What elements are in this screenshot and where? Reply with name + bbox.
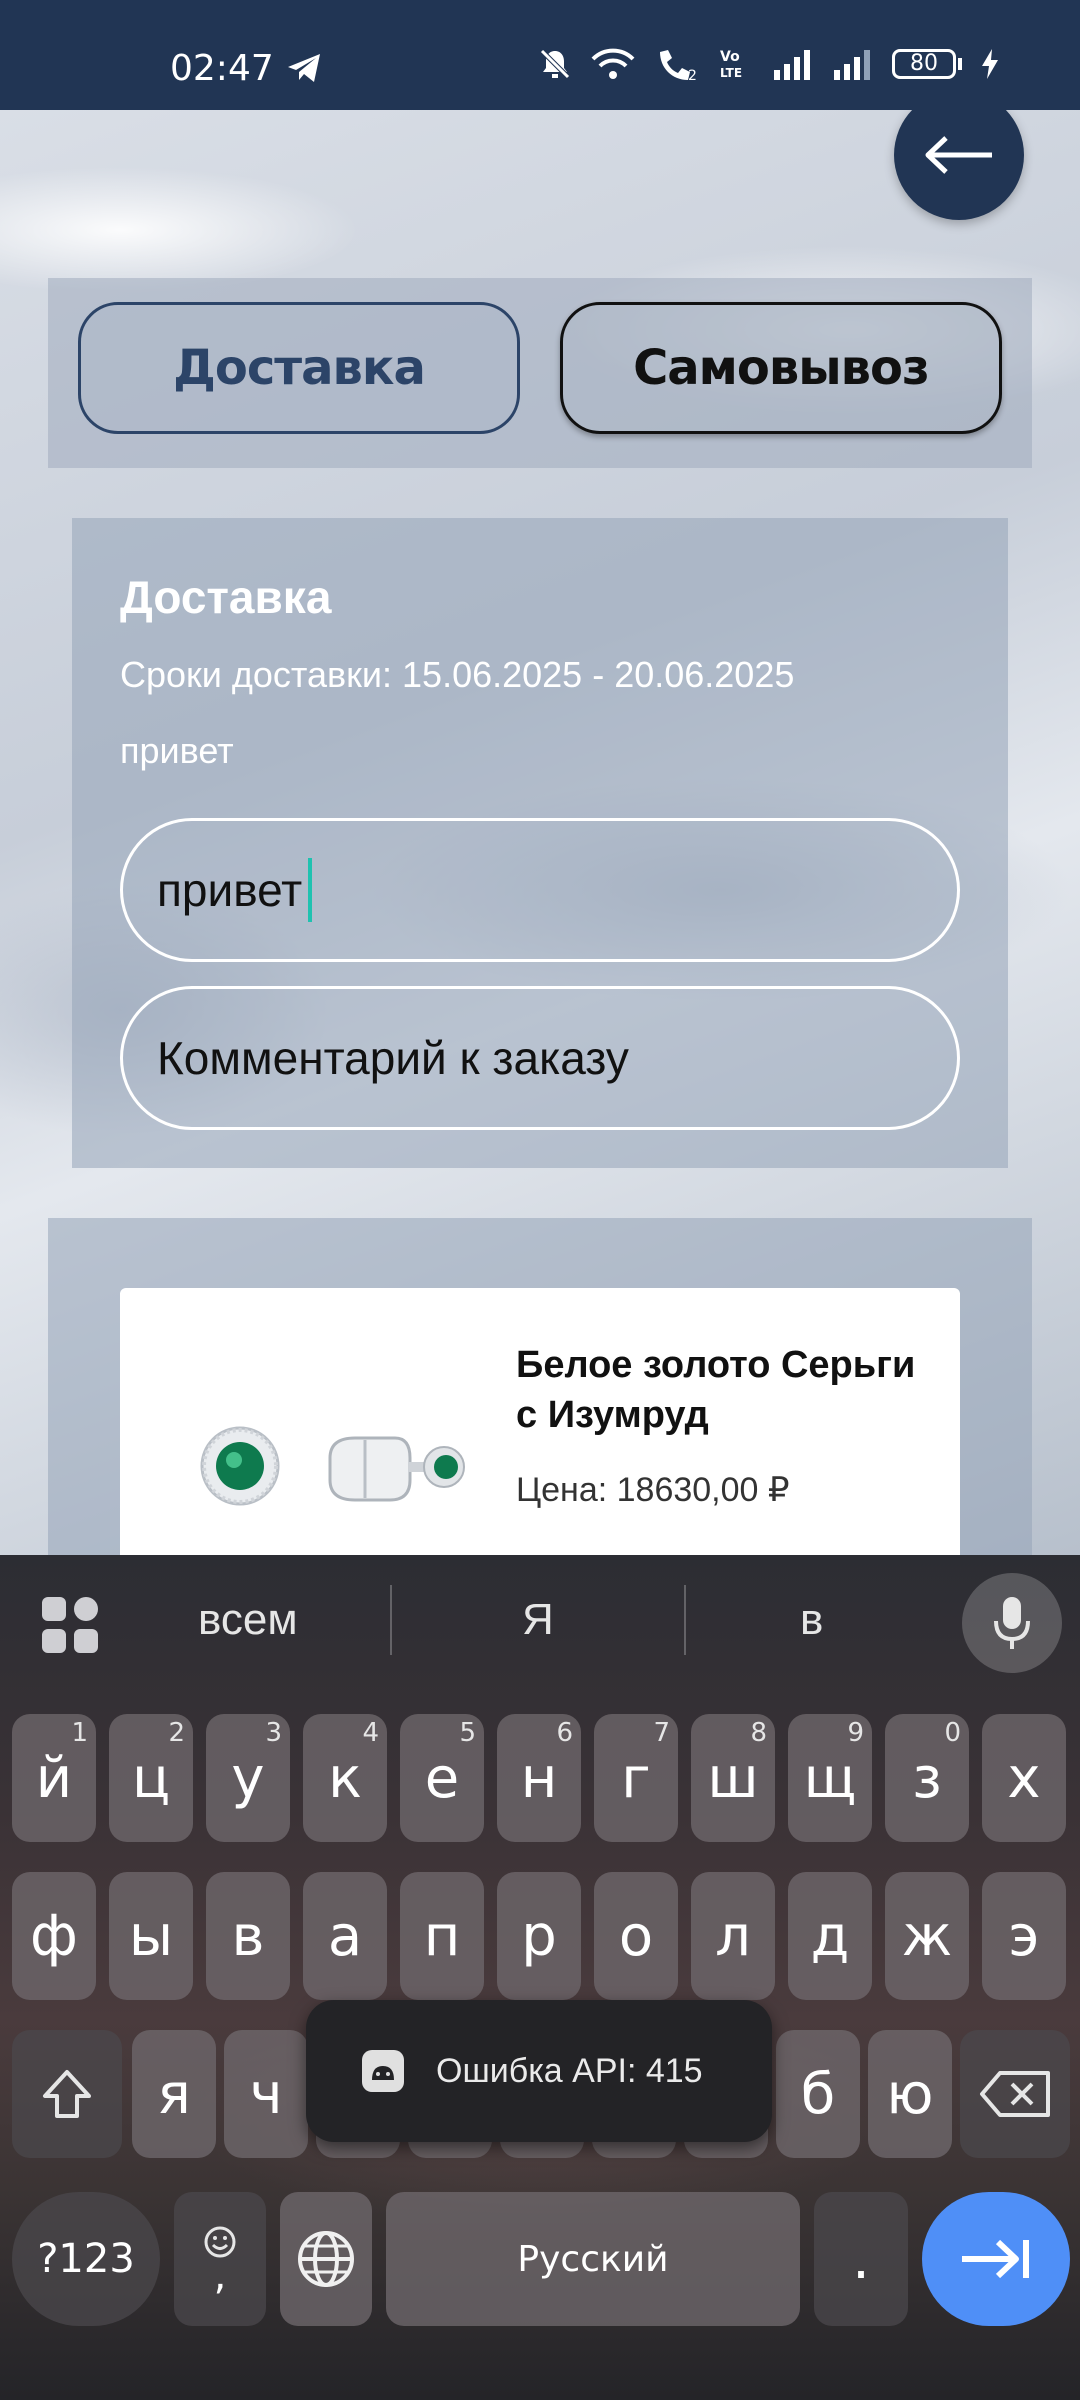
suggestion-1[interactable]: всем <box>198 1595 298 1645</box>
android-app-icon <box>362 2050 404 2092</box>
comma-label: , <box>213 2253 227 2299</box>
key-э[interactable]: э <box>982 1872 1066 2000</box>
suggestion-bar: всем Я в <box>0 1555 1080 1690</box>
key-б[interactable]: б <box>776 2030 860 2158</box>
product-price: Цена: 18630,00 ₽ <box>516 1471 790 1509</box>
delivery-method-tabs: Доставка Самовывоз <box>48 278 1032 468</box>
wifi-call-icon: 2 <box>660 50 697 82</box>
tab-arrow-icon <box>962 2239 1029 2279</box>
status-time: 02:47 <box>170 48 274 89</box>
delivery-card: Доставка Сроки доставки: 15.06.2025 - 20… <box>72 518 1008 1168</box>
key-ю[interactable]: ю <box>868 2030 952 2158</box>
emoji-comma-key[interactable]: , <box>174 2192 266 2326</box>
delivery-dates: Сроки доставки: 15.06.2025 - 20.06.2025 <box>120 654 795 695</box>
mute-icon <box>540 49 570 79</box>
signal-icon <box>834 50 870 80</box>
address-input-value: привет <box>157 864 303 916</box>
telegram-icon <box>286 52 322 89</box>
arrow-left-icon <box>925 136 992 174</box>
key-а[interactable]: а <box>303 1872 387 2000</box>
error-toast: Ошибка API: 415 <box>306 2000 772 2142</box>
cart-panel: Белое золото Серьги с Изумруд Цена: 1863… <box>48 1218 1032 1555</box>
key-щ[interactable]: щ9 <box>788 1714 872 1842</box>
key-д[interactable]: д <box>788 1872 872 2000</box>
tab-pickup[interactable]: Самовывоз <box>560 302 1002 434</box>
svg-text:2: 2 <box>688 68 697 82</box>
apps-grid-icon[interactable] <box>40 1595 100 1655</box>
key-ы[interactable]: ы <box>109 1872 193 2000</box>
key-х[interactable]: х <box>982 1714 1066 1842</box>
period-key[interactable]: . <box>814 2192 908 2326</box>
key-к[interactable]: к4 <box>303 1714 387 1842</box>
key-г[interactable]: г7 <box>594 1714 678 1842</box>
toast-message: Ошибка API: 415 <box>436 2051 703 2090</box>
product-image <box>200 1426 465 1506</box>
key-п[interactable]: п <box>400 1872 484 2000</box>
globe-icon <box>298 2231 354 2287</box>
suggestion-divider <box>684 1585 686 1655</box>
symbols-key[interactable]: ?123 <box>12 2192 160 2326</box>
product-name: Белое золото Серьги с Изумруд <box>516 1344 916 1436</box>
key-ж[interactable]: ж <box>885 1872 969 2000</box>
address-input[interactable]: привет <box>120 818 960 962</box>
suggestion-divider <box>390 1585 392 1655</box>
space-key[interactable]: Русский <box>386 2192 800 2326</box>
key-о[interactable]: о <box>594 1872 678 2000</box>
volte-icon: VoLTE <box>720 49 742 80</box>
key-ц[interactable]: ц2 <box>109 1714 193 1842</box>
svg-text:LTE: LTE <box>720 66 742 80</box>
delivery-title: Доставка <box>120 571 332 623</box>
comment-input[interactable]: Комментарий к заказу <box>120 986 960 1130</box>
back-button[interactable] <box>894 110 1024 220</box>
key-л[interactable]: л <box>691 1872 775 2000</box>
key-ф[interactable]: ф <box>12 1872 96 2000</box>
comment-input-placeholder: Комментарий к заказу <box>157 1032 629 1084</box>
key-н[interactable]: н6 <box>497 1714 581 1842</box>
svg-text:Vo: Vo <box>720 49 740 65</box>
key-в[interactable]: в <box>206 1872 290 2000</box>
key-ш[interactable]: ш8 <box>691 1714 775 1842</box>
backspace-icon <box>980 2071 1050 2117</box>
suggestion-3[interactable]: в <box>800 1595 823 1645</box>
key-я[interactable]: я <box>132 2030 216 2158</box>
key-й[interactable]: й1 <box>12 1714 96 1842</box>
shift-icon <box>43 2070 91 2118</box>
status-bar: 02:47 2 Vo LTE 80 <box>0 0 1080 110</box>
key-р[interactable]: р <box>497 1872 581 2000</box>
tab-delivery[interactable]: Доставка <box>78 302 520 434</box>
key-ч[interactable]: ч <box>224 2030 308 2158</box>
status-icons: 2 Vo LTE 80 <box>538 46 1000 82</box>
key-з[interactable]: з0 <box>885 1714 969 1842</box>
signal-icon <box>774 50 810 80</box>
product-card[interactable]: Белое золото Серьги с Изумруд Цена: 1863… <box>120 1288 960 1555</box>
text-cursor <box>308 858 313 922</box>
battery-icon: 80 <box>892 49 962 79</box>
wifi-icon <box>591 48 635 79</box>
backspace-key[interactable] <box>960 2030 1070 2158</box>
app-content: Доставка Самовывоз Доставка Сроки достав… <box>0 110 1080 1555</box>
suggestion-2[interactable]: Я <box>522 1595 554 1645</box>
charging-icon <box>982 49 998 79</box>
enter-key[interactable] <box>922 2192 1070 2326</box>
address-echo: привет <box>120 730 234 771</box>
microphone-button[interactable] <box>962 1573 1062 1673</box>
language-key[interactable] <box>280 2192 372 2326</box>
key-е[interactable]: е5 <box>400 1714 484 1842</box>
key-у[interactable]: у3 <box>206 1714 290 1842</box>
shift-key[interactable] <box>12 2030 122 2158</box>
microphone-icon <box>994 1597 1030 1649</box>
